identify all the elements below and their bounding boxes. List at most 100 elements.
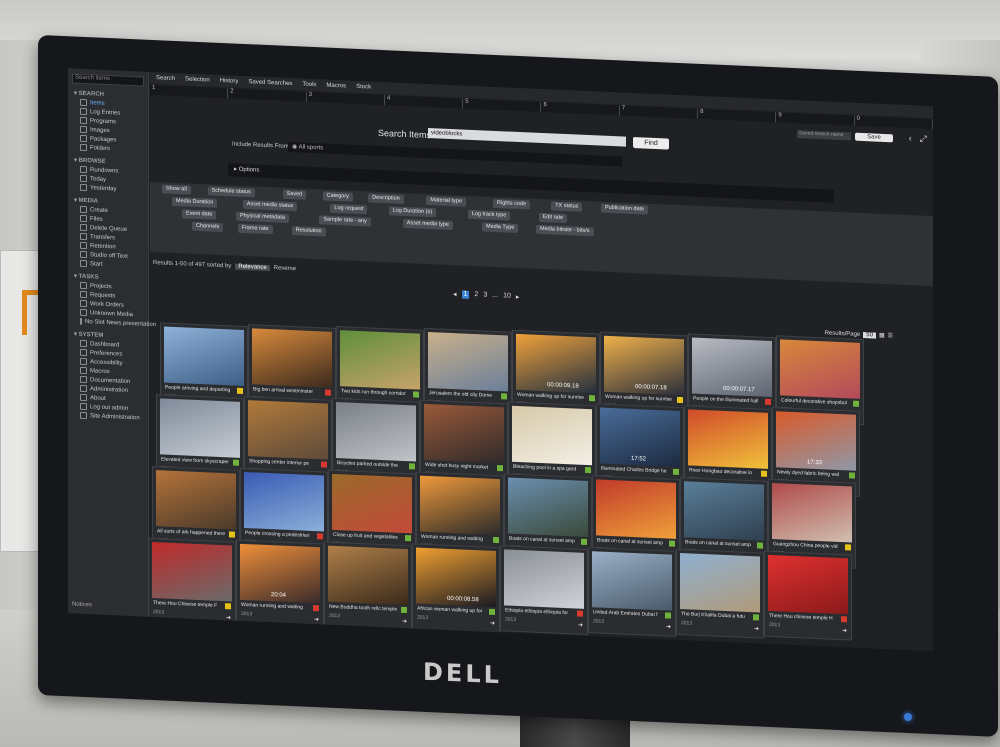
- open-arrow-icon[interactable]: ➜: [490, 620, 495, 627]
- search-input[interactable]: videoblocks: [428, 128, 626, 147]
- include-results-select[interactable]: ◉ All sports: [288, 141, 622, 167]
- filter-chip[interactable]: Rights code: [493, 198, 531, 210]
- thumbnail-image[interactable]: [424, 403, 504, 464]
- filter-chip[interactable]: Asset media status: [242, 199, 298, 212]
- thumbnail-image[interactable]: [252, 328, 332, 388]
- open-arrow-icon[interactable]: ➜: [402, 618, 407, 625]
- thumbnail-image[interactable]: [512, 405, 592, 466]
- filter-chip[interactable]: Media bitrate - bits/s: [536, 224, 594, 237]
- pager-page[interactable]: 1: [461, 290, 470, 299]
- search-slot[interactable]: 4: [384, 95, 464, 109]
- thumbnail-image[interactable]: [768, 554, 848, 615]
- media-thumbnail[interactable]: 00:00:08.58 African woman walking up for 2…: [412, 543, 500, 634]
- media-thumbnail[interactable]: There Hou Chinese temple F 2013 ➜: [148, 537, 236, 628]
- pager-page[interactable]: ...: [492, 292, 498, 300]
- search-slot[interactable]: 9: [776, 112, 855, 126]
- results-per-page-select[interactable]: 50: [863, 331, 876, 339]
- open-arrow-icon[interactable]: ➜: [754, 625, 759, 632]
- thumbnail-image[interactable]: [680, 553, 760, 613]
- thumbnail-image[interactable]: [340, 330, 420, 390]
- search-slot[interactable]: 7: [619, 105, 699, 119]
- media-thumbnail[interactable]: 20:04 Woman running and waiting 2013 ➜: [236, 539, 324, 630]
- open-arrow-icon[interactable]: ➜: [666, 623, 671, 630]
- pager-page[interactable]: 2: [474, 291, 478, 299]
- thumbnail-image[interactable]: [596, 479, 676, 539]
- open-arrow-icon[interactable]: ➜: [842, 627, 847, 634]
- media-thumbnail[interactable]: There Hou chinese temple H 2013 ➜: [764, 550, 852, 641]
- filter-chip[interactable]: Sample rate - any: [319, 215, 371, 227]
- sidebar-item[interactable]: Folders: [80, 143, 148, 154]
- search-slot[interactable]: 8: [698, 108, 777, 123]
- thumbnail-image[interactable]: [684, 481, 764, 541]
- thumbnail-image[interactable]: [248, 400, 328, 460]
- open-arrow-icon[interactable]: ➜: [314, 616, 319, 623]
- filter-chip[interactable]: Log Duration (s): [388, 206, 437, 218]
- pager-next-icon[interactable]: ▸: [516, 293, 520, 301]
- topnav-tab[interactable]: Saved Searches: [248, 79, 292, 87]
- filter-chip[interactable]: Media Duration: [172, 196, 218, 208]
- search-slot[interactable]: 0: [854, 115, 933, 130]
- filter-chip[interactable]: Edit rate: [538, 212, 568, 224]
- pager-page[interactable]: 10: [503, 292, 511, 300]
- topnav-tab[interactable]: History: [220, 78, 239, 85]
- topnav-tab[interactable]: Selection: [185, 76, 210, 83]
- thumbnail-image[interactable]: [156, 470, 236, 530]
- search-slot[interactable]: 6: [541, 101, 620, 116]
- topnav-tab[interactable]: Tools: [302, 82, 316, 89]
- save-button[interactable]: Save: [855, 132, 893, 143]
- saved-search-name-input[interactable]: Saved search name: [797, 130, 851, 141]
- filter-chip[interactable]: Schedule status: [207, 186, 255, 198]
- media-thumbnail[interactable]: New Buddha tooth relic temple 2013 ➜: [324, 541, 412, 632]
- thumbnail-image[interactable]: [508, 477, 588, 538]
- filter-chip[interactable]: Event date: [182, 209, 217, 220]
- filter-chip[interactable]: Log request: [330, 203, 368, 215]
- back-icon[interactable]: ‹: [909, 133, 912, 144]
- topnav-tab[interactable]: Macros: [326, 83, 346, 90]
- filter-chip[interactable]: Saved: [282, 189, 307, 200]
- filter-chip[interactable]: Category: [322, 191, 353, 202]
- open-arrow-icon[interactable]: ➜: [578, 622, 583, 629]
- reverse-toggle[interactable]: Reverse: [274, 265, 296, 272]
- search-slot[interactable]: 1: [150, 84, 229, 99]
- media-thumbnail[interactable]: United Arab Emirates Dubai f 2013 ➜: [588, 547, 676, 637]
- filter-chip[interactable]: TX status: [551, 201, 583, 212]
- thumbnail-image[interactable]: [420, 475, 500, 536]
- thumbnail-image[interactable]: [244, 471, 324, 532]
- filter-chip[interactable]: Resolution: [291, 226, 326, 237]
- thumbnail-image[interactable]: [504, 549, 584, 609]
- thumbnail-image[interactable]: [592, 551, 672, 611]
- search-slot[interactable]: 5: [463, 98, 542, 112]
- filter-chip[interactable]: Physical metadata: [236, 211, 289, 223]
- filter-chip[interactable]: Channels: [192, 221, 224, 233]
- filter-chip[interactable]: Frame rate: [237, 223, 273, 235]
- thumbnail-image[interactable]: [164, 326, 244, 386]
- thumbnail-image[interactable]: [328, 545, 408, 606]
- filter-chip[interactable]: Publication date: [601, 203, 649, 215]
- sidebar-item[interactable]: No Slot News presentation: [80, 317, 156, 328]
- media-thumbnail[interactable]: The Burj Khalifa Dubai a futu 2013 ➜: [676, 548, 764, 639]
- thumbnail-image[interactable]: [780, 339, 860, 399]
- thumbnail-image[interactable]: [688, 409, 768, 469]
- topnav-tab[interactable]: Stock: [356, 84, 371, 91]
- find-button[interactable]: Find: [633, 136, 669, 150]
- expand-icon[interactable]: ⤢: [920, 134, 927, 145]
- sidebar-item[interactable]: Site Administration: [80, 411, 148, 422]
- filter-chip[interactable]: Show all: [162, 184, 191, 195]
- filter-chip[interactable]: Media Type: [482, 222, 519, 233]
- open-arrow-icon[interactable]: ➜: [226, 614, 231, 621]
- grid-view-icon[interactable]: ▦: [879, 332, 885, 339]
- filter-chip[interactable]: Description: [368, 193, 404, 204]
- topnav-tab[interactable]: Search: [156, 75, 175, 82]
- pager-prev-icon[interactable]: ◂: [453, 290, 457, 298]
- sidebar-item[interactable]: Yesterday: [80, 183, 148, 194]
- thumbnail-image[interactable]: [152, 541, 232, 602]
- filter-chip[interactable]: Asset media type: [402, 218, 453, 231]
- thumbnail-image[interactable]: [160, 398, 240, 458]
- search-slot[interactable]: 2: [228, 88, 307, 102]
- filter-chip[interactable]: Log track type: [467, 209, 511, 221]
- search-slot[interactable]: 3: [306, 91, 385, 106]
- sidebar-item[interactable]: Start: [80, 259, 148, 270]
- thumbnail-image[interactable]: [332, 473, 412, 534]
- filter-chip[interactable]: Material type: [426, 195, 466, 207]
- thumbnail-image[interactable]: [772, 483, 852, 543]
